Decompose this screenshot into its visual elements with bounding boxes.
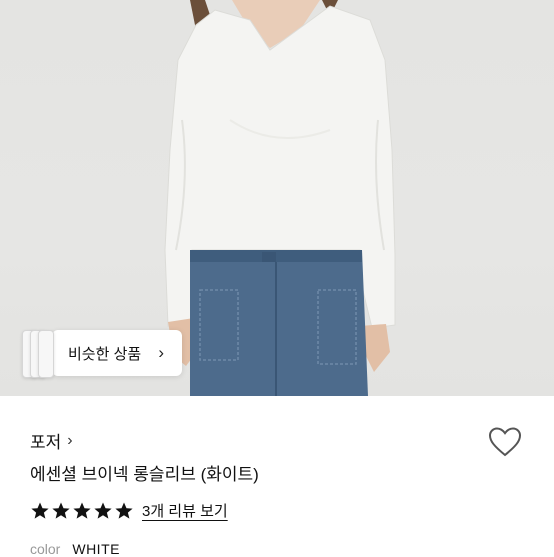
star-icon [31,502,49,519]
heart-icon [488,427,522,457]
color-label: color [30,541,61,557]
wishlist-button[interactable] [488,426,522,458]
product-info: 포저 › 에센셜 브이넥 롱슬리브 (화이트) 3개 리뷰 보기 color W… [0,396,554,557]
brand-name: 포저 [30,433,62,452]
product-name: 에센셜 브이넥 롱슬리브 (화이트) [30,465,259,484]
star-icon [115,502,133,519]
star-icon [73,502,91,519]
rating-row: 3개 리뷰 보기 [30,500,228,521]
color-row: color WHITE [30,541,120,557]
star-rating [30,501,134,521]
star-icon [52,502,70,519]
similar-products-label: 비슷한 상품 [68,345,142,363]
star-icon [94,502,112,519]
chevron-right-icon: › [67,431,73,449]
chevron-right-icon: › [158,343,164,362]
color-value: WHITE [72,541,120,557]
product-image[interactable]: 비슷한 상품 › [0,0,554,396]
review-link[interactable]: 3개 리뷰 보기 [142,500,228,521]
similar-products-button[interactable]: 비슷한 상품 › [22,330,182,378]
brand-link[interactable]: 포저 › [30,428,73,453]
similar-thumbnails [22,330,56,378]
